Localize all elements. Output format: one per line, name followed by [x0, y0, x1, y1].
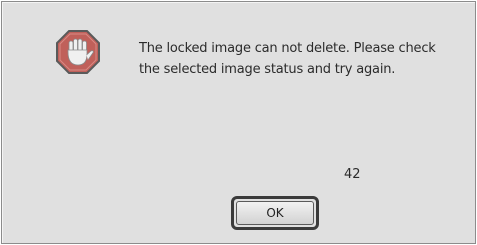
alert-message: The locked image can not delete. Please …	[139, 41, 436, 77]
ok-button[interactable]: OK	[231, 196, 319, 230]
stop-hand-icon	[56, 30, 100, 74]
ok-button-label: OK	[236, 201, 314, 225]
error-code: 42	[344, 167, 361, 182]
alert-dialog: The locked image can not delete. Please …	[1, 1, 476, 244]
